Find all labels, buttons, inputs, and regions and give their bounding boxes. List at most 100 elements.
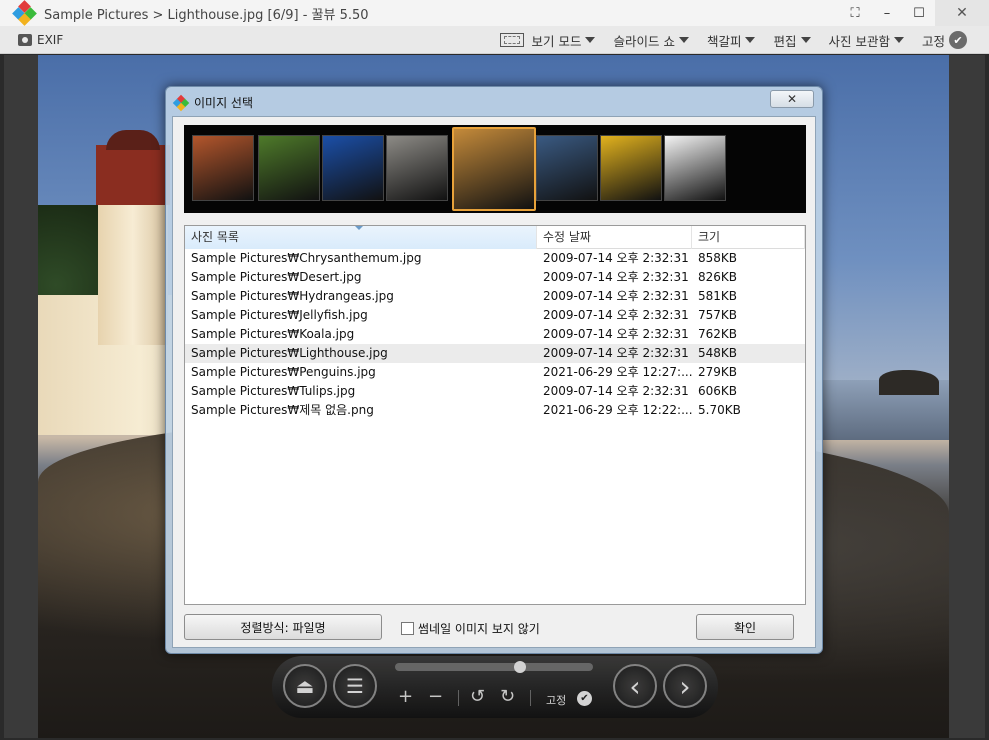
rotate-right-icon[interactable]: ↻: [500, 686, 515, 707]
photo-lighthouse-top: [96, 145, 170, 205]
column-header-date[interactable]: 수정 날짜: [537, 226, 692, 249]
separator: [458, 690, 459, 706]
control-bar: ⏏ ☰ + − ↺ ↻ 고정 ✔ ‹ ›: [272, 656, 718, 718]
view-mode-menu[interactable]: 보기 모드: [499, 31, 596, 50]
window-title: Sample Pictures > Lighthouse.jpg [6/9] -…: [44, 7, 369, 23]
title-bar: Sample Pictures > Lighthouse.jpg [6/9] -…: [0, 0, 989, 26]
thumb-chrysanthemum[interactable]: [192, 135, 254, 201]
dialog-close-button[interactable]: ✕: [770, 90, 814, 108]
zoom-in-icon[interactable]: +: [398, 686, 413, 707]
view-mode-label: 보기 모드: [531, 33, 582, 49]
list-item-date: 2009-07-14 오후 2:32:31: [543, 327, 689, 341]
thumb-penguins[interactable]: [600, 135, 662, 201]
list-item-date: 2009-07-14 오후 2:32:31: [543, 346, 689, 360]
thumb-hydrangeas[interactable]: [322, 135, 384, 201]
exif-label: EXIF: [37, 32, 64, 47]
list-item-name: Sample Pictures₩Chrysanthemum.jpg: [191, 251, 422, 265]
fit-window-icon[interactable]: ⛶: [839, 0, 871, 26]
chevron-down-icon: [585, 37, 596, 43]
dialog-title-bar: 이미지 선택: [172, 94, 253, 111]
pin-label[interactable]: 고정: [546, 692, 566, 708]
edit-menu[interactable]: 편집: [773, 31, 811, 50]
thumbnail-strip[interactable]: [184, 125, 806, 213]
close-button[interactable]: ✕: [935, 0, 989, 26]
camera-icon: [18, 33, 32, 46]
bookmark-label: 책갈피: [706, 33, 742, 49]
photo-lighthouse-roof: [106, 130, 160, 150]
thumb-tulips[interactable]: [664, 135, 726, 201]
edit-label: 편집: [773, 33, 797, 49]
list-item[interactable]: Sample Pictures₩Tulips.jpg 2009-07-14 오후 …: [185, 382, 805, 401]
check-icon[interactable]: ✔: [577, 691, 592, 706]
zoom-out-icon[interactable]: −: [428, 686, 443, 707]
list-item-name: Sample Pictures₩Jellyfish.jpg: [191, 308, 368, 322]
list-item[interactable]: Sample Pictures₩Jellyfish.jpg 2009-07-14 …: [185, 306, 805, 325]
list-item-size: 581KB: [698, 289, 738, 303]
thumb-koala[interactable]: [452, 127, 536, 211]
list-item-date: 2009-07-14 오후 2:32:31: [543, 308, 689, 322]
chevron-down-icon: [678, 37, 689, 43]
pin-label: 고정: [921, 33, 945, 49]
check-icon: ✔: [949, 31, 967, 49]
list-item-date: 2009-07-14 오후 2:32:31: [543, 251, 689, 265]
list-item[interactable]: Sample Pictures₩Hydrangeas.jpg 2009-07-14…: [185, 287, 805, 306]
chevron-down-icon: [745, 37, 756, 43]
list-item[interactable]: Sample Pictures₩Desert.jpg 2009-07-14 오후 …: [185, 268, 805, 287]
sort-button[interactable]: 정렬방식: 파일명: [184, 614, 382, 640]
column-header-name[interactable]: 사진 목록: [185, 226, 537, 249]
list-item[interactable]: Sample Pictures₩Chrysanthemum.jpg 2009-07…: [185, 249, 805, 268]
list-item-date: 2009-07-14 오후 2:32:31: [543, 289, 689, 303]
menu-icon[interactable]: ☰: [333, 664, 377, 708]
thumb-desert[interactable]: [258, 135, 320, 201]
file-list[interactable]: 사진 목록 수정 날짜 크기 Sample Pictures₩Chrysanth…: [184, 225, 806, 605]
minimize-button[interactable]: –: [871, 0, 903, 26]
list-item-size: 5.70KB: [698, 403, 741, 417]
position-slider[interactable]: [395, 663, 593, 671]
chevron-down-icon: [800, 37, 811, 43]
separator: [530, 690, 531, 706]
list-item-size: 548KB: [698, 346, 738, 360]
eject-icon[interactable]: ⏏: [283, 664, 327, 708]
list-item-name: Sample Pictures₩Desert.jpg: [191, 270, 362, 284]
photo-side-left: [4, 55, 38, 738]
list-item-name: Sample Pictures₩제목 없음.png: [191, 403, 374, 417]
photo-archive-menu[interactable]: 사진 보관함: [829, 31, 904, 50]
list-item-name: Sample Pictures₩Lighthouse.jpg: [191, 346, 388, 360]
maximize-button[interactable]: ☐: [903, 0, 935, 26]
slideshow-menu[interactable]: 슬라이드 쇼: [613, 31, 689, 50]
next-icon[interactable]: ›: [663, 664, 707, 708]
checkbox-box[interactable]: [401, 622, 414, 635]
prev-icon[interactable]: ‹: [613, 664, 657, 708]
list-item-size: 606KB: [698, 384, 738, 398]
list-item-date: 2021-06-29 오후 12:27:...: [543, 365, 692, 379]
ok-button[interactable]: 확인: [696, 614, 794, 640]
list-item-name: Sample Pictures₩Penguins.jpg: [191, 365, 376, 379]
dialog-body: 사진 목록 수정 날짜 크기 Sample Pictures₩Chrysanth…: [172, 116, 816, 648]
list-item[interactable]: Sample Pictures₩제목 없음.png 2021-06-29 오후 1…: [185, 401, 805, 420]
bookmark-menu[interactable]: 책갈피: [707, 31, 756, 50]
list-item[interactable]: Sample Pictures₩Koala.jpg 2009-07-14 오후 2…: [185, 325, 805, 344]
view-mode-icon: [499, 33, 524, 47]
thumb-lighthouse[interactable]: [536, 135, 598, 201]
rotate-left-icon[interactable]: ↺: [470, 686, 485, 707]
pin-toggle[interactable]: 고정 ✔: [922, 31, 967, 50]
image-select-dialog: 이미지 선택 ✕ 사진 목록 수정 날짜 크기 Sample Pictures₩…: [165, 86, 823, 654]
thumb-jellyfish[interactable]: [386, 135, 448, 201]
list-item[interactable]: Sample Pictures₩Penguins.jpg 2021-06-29 오…: [185, 363, 805, 382]
column-header-size[interactable]: 크기: [692, 226, 805, 249]
list-item-size: 757KB: [698, 308, 738, 322]
exif-button[interactable]: EXIF: [18, 33, 63, 47]
chevron-down-icon: [893, 37, 904, 43]
list-item-size: 826KB: [698, 270, 738, 284]
hide-thumbnails-checkbox[interactable]: 썸네일 이미지 보지 않기: [401, 620, 540, 637]
photo-side-right: [949, 55, 985, 738]
list-item-name: Sample Pictures₩Hydrangeas.jpg: [191, 289, 394, 303]
list-item-date: 2009-07-14 오후 2:32:31: [543, 270, 689, 284]
list-item[interactable]: Sample Pictures₩Lighthouse.jpg 2009-07-14…: [185, 344, 805, 363]
list-item-size: 279KB: [698, 365, 738, 379]
list-item-size: 762KB: [698, 327, 738, 341]
list-item-name: Sample Pictures₩Tulips.jpg: [191, 384, 356, 398]
list-item-name: Sample Pictures₩Koala.jpg: [191, 327, 355, 341]
slider-knob[interactable]: [513, 661, 526, 673]
toolbar: EXIF 보기 모드 슬라이드 쇼 책갈피 편집 사진 보관함 고정 ✔: [0, 26, 989, 54]
